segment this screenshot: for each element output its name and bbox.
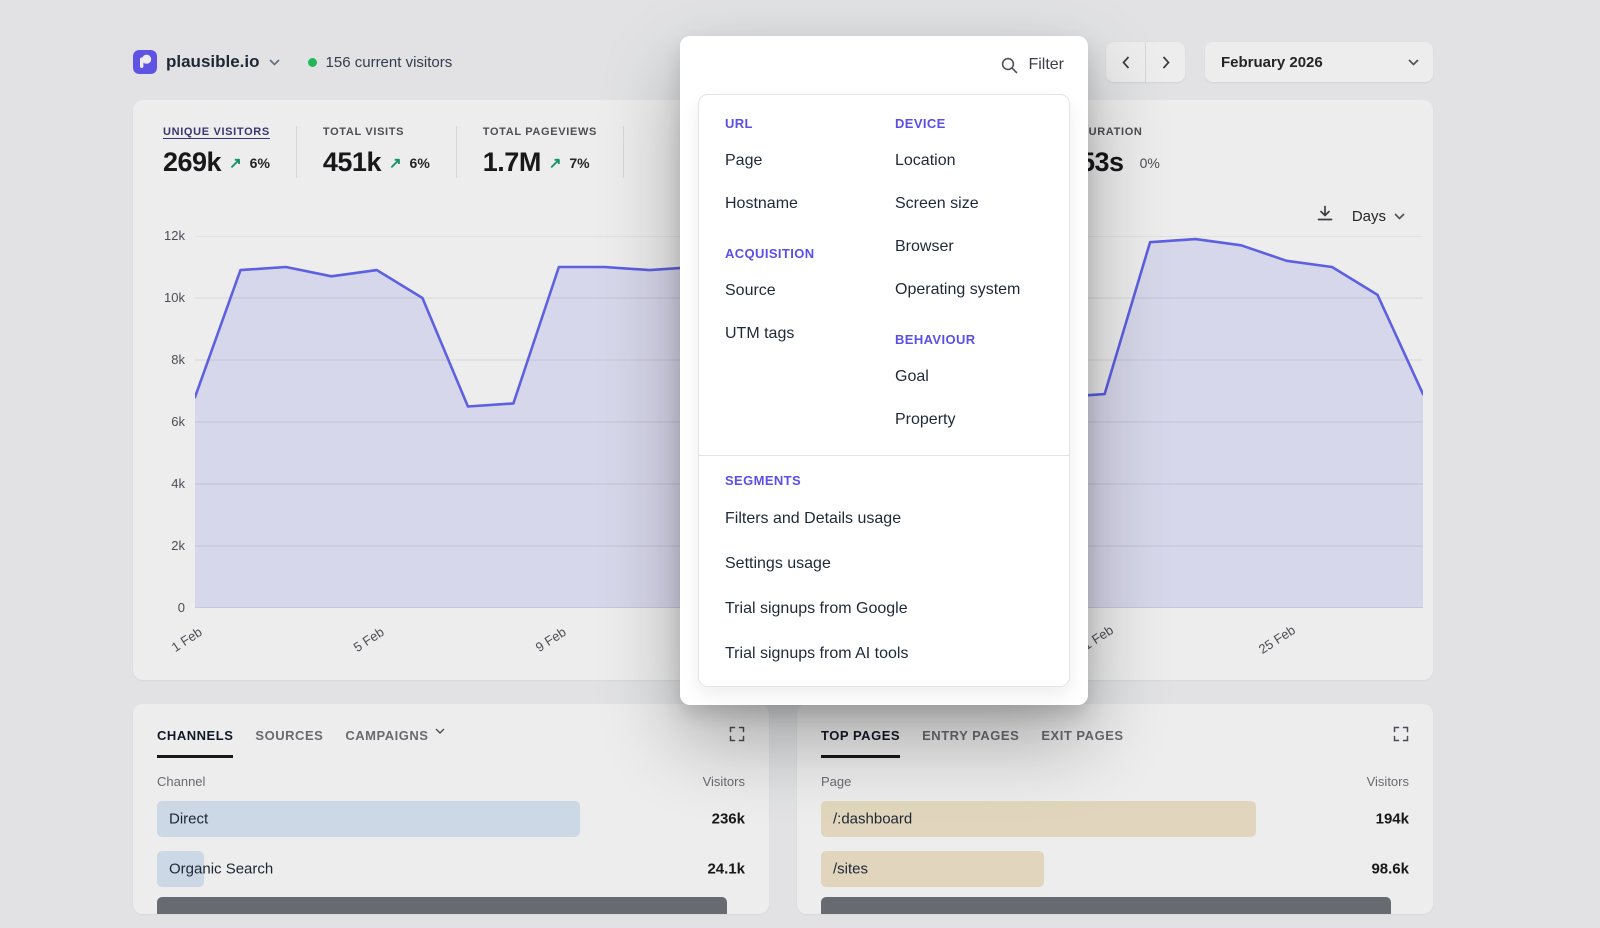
filter-option-page[interactable]: Page	[725, 139, 895, 182]
filter-option-browser[interactable]: Browser	[895, 225, 1043, 268]
filter-option-source[interactable]: Source	[725, 269, 895, 312]
segments-section: SEGMENTS Filters and Details usage Setti…	[725, 464, 1043, 676]
filter-option-operating-system[interactable]: Operating system	[895, 268, 1043, 311]
search-icon	[1001, 57, 1018, 74]
filter-modal: Filter URL Page Hostname ACQUISITION Sou…	[680, 36, 1088, 705]
filter-option-screen-size[interactable]: Screen size	[895, 182, 1043, 225]
filter-group-title-url: URL	[725, 107, 895, 139]
segment-trial-signups-from-ai-tools[interactable]: Trial signups from AI tools	[725, 631, 1043, 676]
filter-group-title-segments: SEGMENTS	[725, 464, 1043, 496]
divider	[699, 455, 1069, 456]
filter-group-title-device: DEVICE	[895, 107, 1043, 139]
filter-option-utm-tags[interactable]: UTM tags	[725, 312, 895, 355]
filter-group-title-behaviour: BEHAVIOUR	[895, 323, 1043, 355]
filter-options-panel: URL Page Hostname ACQUISITION Source UTM…	[698, 94, 1070, 687]
filter-search-placeholder: Filter	[1028, 56, 1064, 74]
filter-search[interactable]: Filter	[680, 36, 1088, 94]
segment-trial-signups-from-google[interactable]: Trial signups from Google	[725, 586, 1043, 631]
filter-option-property[interactable]: Property	[895, 398, 1043, 441]
segment-filters-and-details-usage[interactable]: Filters and Details usage	[725, 496, 1043, 541]
filter-option-goal[interactable]: Goal	[895, 355, 1043, 398]
filter-column-left: URL Page Hostname ACQUISITION Source UTM…	[725, 107, 895, 441]
filter-group-title-acquisition: ACQUISITION	[725, 237, 895, 269]
filter-column-right: DEVICE Location Screen size Browser Oper…	[895, 107, 1043, 441]
filter-option-hostname[interactable]: Hostname	[725, 182, 895, 225]
segment-settings-usage[interactable]: Settings usage	[725, 541, 1043, 586]
filter-option-location[interactable]: Location	[895, 139, 1043, 182]
